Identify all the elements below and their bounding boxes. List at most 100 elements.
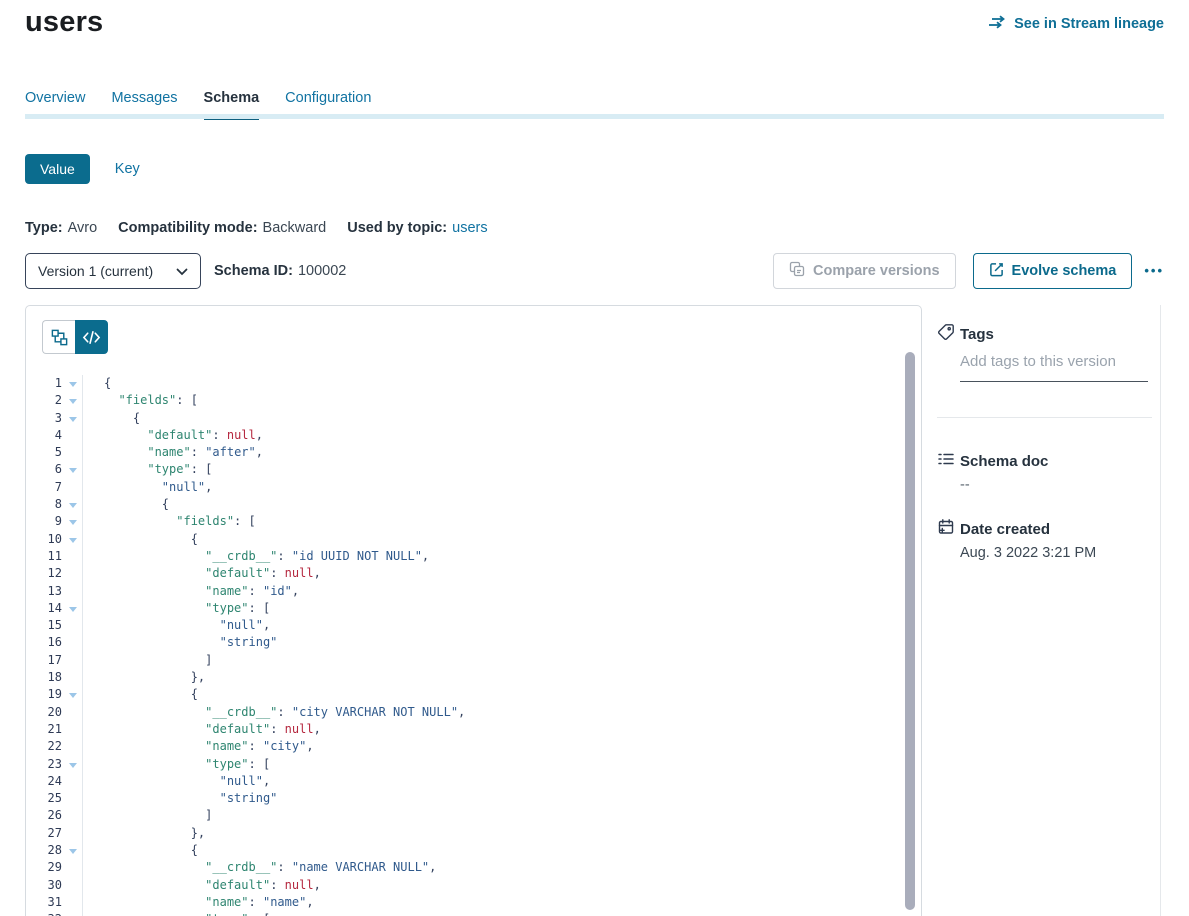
line-number: 18 xyxy=(26,669,62,686)
code-text: "type": [ xyxy=(82,600,921,617)
code-line: 31 "name": "name", xyxy=(26,894,921,911)
code-text: { xyxy=(82,686,921,703)
fold-toggle-icon[interactable] xyxy=(62,600,82,617)
code-text: "__crdb__": "city VARCHAR NOT NULL", xyxy=(82,704,921,721)
code-line: 19 { xyxy=(26,686,921,703)
code-text: }, xyxy=(82,825,921,842)
schema-page: users See in Stream lineage Overview Mes… xyxy=(0,0,1189,916)
code-line: 7 "null", xyxy=(26,479,921,496)
fold-toggle-icon[interactable] xyxy=(62,375,82,392)
code-line: 23 "type": [ xyxy=(26,756,921,773)
fold-gutter xyxy=(62,634,82,651)
code-line: 15 "null", xyxy=(26,617,921,634)
code-text: "name": "city", xyxy=(82,738,921,755)
code-view-icon[interactable] xyxy=(75,320,108,354)
code-line: 21 "default": null, xyxy=(26,721,921,738)
code-lines: 1{2 "fields": [3 {4 "default": null,5 "n… xyxy=(26,375,921,916)
line-number: 27 xyxy=(26,825,62,842)
code-text: "type": [ xyxy=(82,911,921,916)
schema-doc-value: -- xyxy=(960,477,970,493)
code-text: { xyxy=(82,375,921,392)
add-tags-input[interactable] xyxy=(960,353,1148,382)
line-number: 29 xyxy=(26,859,62,876)
line-number: 23 xyxy=(26,756,62,773)
topic-link[interactable]: users xyxy=(452,220,487,236)
value-button[interactable]: Value xyxy=(25,154,90,184)
fold-toggle-icon[interactable] xyxy=(62,410,82,427)
fold-toggle-icon[interactable] xyxy=(62,392,82,409)
code-text: "null", xyxy=(82,773,921,790)
schema-sidebar: Tags Schema doc -- Date created xyxy=(937,305,1153,916)
code-scrollbar[interactable] xyxy=(905,352,915,910)
fold-toggle-icon[interactable] xyxy=(62,842,82,859)
line-number: 17 xyxy=(26,652,62,669)
calendar-add-icon xyxy=(937,518,955,540)
fold-toggle-icon[interactable] xyxy=(62,756,82,773)
code-text: "null", xyxy=(82,479,921,496)
code-text: ] xyxy=(82,652,921,669)
code-line: 1{ xyxy=(26,375,921,392)
code-line: 8 { xyxy=(26,496,921,513)
code-line: 18 }, xyxy=(26,669,921,686)
fold-toggle-icon[interactable] xyxy=(62,531,82,548)
code-line: 12 "default": null, xyxy=(26,565,921,582)
code-line: 32 "type": [ xyxy=(26,911,921,916)
code-line: 20 "__crdb__": "city VARCHAR NOT NULL", xyxy=(26,704,921,721)
line-number: 11 xyxy=(26,548,62,565)
line-number: 14 xyxy=(26,600,62,617)
more-actions-button[interactable]: ••• xyxy=(1144,253,1164,289)
fold-gutter xyxy=(62,877,82,894)
fold-gutter xyxy=(62,738,82,755)
code-text: "fields": [ xyxy=(82,513,921,530)
code-line: 22 "name": "city", xyxy=(26,738,921,755)
fold-gutter xyxy=(62,894,82,911)
line-number: 31 xyxy=(26,894,62,911)
fold-toggle-icon[interactable] xyxy=(62,461,82,478)
code-line: 25 "string" xyxy=(26,790,921,807)
code-text: "__crdb__": "id UUID NOT NULL", xyxy=(82,548,921,565)
fold-gutter xyxy=(62,427,82,444)
code-line: 30 "default": null, xyxy=(26,877,921,894)
line-number: 16 xyxy=(26,634,62,651)
fold-toggle-icon[interactable] xyxy=(62,513,82,530)
sidebar-right-border xyxy=(1160,305,1161,916)
line-number: 30 xyxy=(26,877,62,894)
see-in-stream-lineage-link[interactable]: See in Stream lineage xyxy=(988,15,1164,33)
code-line: 16 "string" xyxy=(26,634,921,651)
fold-gutter xyxy=(62,444,82,461)
code-text: "type": [ xyxy=(82,461,921,478)
code-text: "string" xyxy=(82,634,921,651)
fold-toggle-icon[interactable] xyxy=(62,911,82,916)
line-number: 15 xyxy=(26,617,62,634)
tag-icon xyxy=(937,323,955,345)
code-line: 2 "fields": [ xyxy=(26,392,921,409)
schema-id-value: 100002 xyxy=(298,263,346,279)
line-number: 2 xyxy=(26,392,62,409)
fold-toggle-icon[interactable] xyxy=(62,686,82,703)
code-line: 13 "name": "id", xyxy=(26,583,921,600)
compare-versions-button[interactable]: Compare versions xyxy=(773,253,956,289)
version-select[interactable]: Version 1 (current) xyxy=(25,253,201,289)
code-text: ] xyxy=(82,807,921,824)
code-text: "null", xyxy=(82,617,921,634)
code-text: "string" xyxy=(82,790,921,807)
tree-view-icon[interactable] xyxy=(42,320,75,354)
code-line: 28 { xyxy=(26,842,921,859)
key-button[interactable]: Key xyxy=(115,161,140,177)
schema-meta-row: Type:Avro Compatibility mode:Backward Us… xyxy=(25,220,488,236)
code-text: { xyxy=(82,842,921,859)
code-text: "__crdb__": "name VARCHAR NULL", xyxy=(82,859,921,876)
stream-lineage-icon xyxy=(988,15,1007,33)
line-number: 8 xyxy=(26,496,62,513)
evolve-schema-button[interactable]: Evolve schema xyxy=(973,253,1133,289)
tags-section-title: Tags xyxy=(937,323,994,345)
line-number: 4 xyxy=(26,427,62,444)
code-line: 10 { xyxy=(26,531,921,548)
line-number: 7 xyxy=(26,479,62,496)
line-number: 3 xyxy=(26,410,62,427)
compat-value: Backward xyxy=(263,220,327,236)
fold-toggle-icon[interactable] xyxy=(62,496,82,513)
type-label: Type: xyxy=(25,220,63,236)
page-title: users xyxy=(25,6,103,39)
code-line: 6 "type": [ xyxy=(26,461,921,478)
